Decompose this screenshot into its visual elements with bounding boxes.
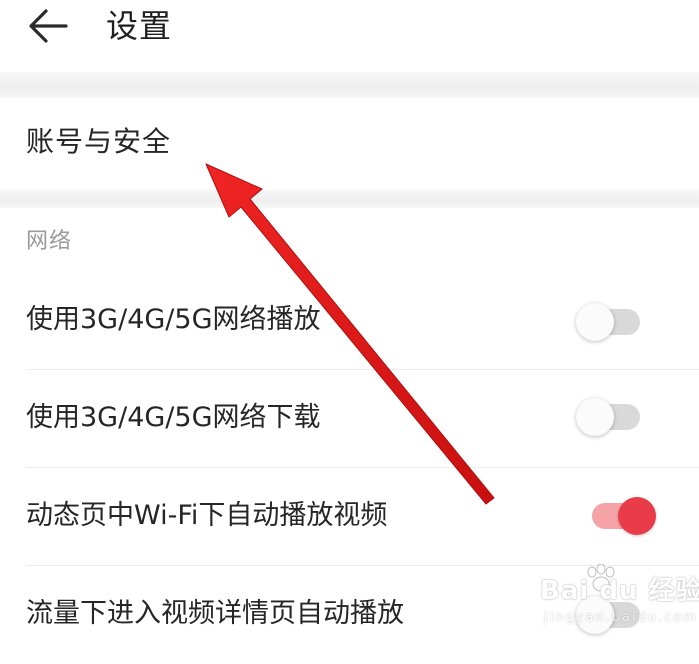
wifi-autoplay-toggle[interactable] [592, 497, 656, 535]
setting-row-cellular-play[interactable]: 使用3G/4G/5G网络播放 [0, 272, 699, 370]
top-bar: 设置 [0, 0, 699, 72]
setting-label: 使用3G/4G/5G网络播放 [26, 304, 321, 335]
toggle-knob [576, 596, 614, 634]
account-security-item[interactable]: 账号与安全 [0, 98, 699, 190]
setting-row-wifi-autoplay[interactable]: 动态页中Wi-Fi下自动播放视频 [0, 468, 699, 566]
toggle-knob [576, 398, 614, 436]
arrow-left-icon [29, 9, 68, 43]
toggle-knob [618, 497, 656, 535]
back-button[interactable] [22, 2, 78, 54]
setting-label: 流量下进入视频详情页自动播放 [26, 598, 404, 629]
section-gap [0, 72, 699, 98]
section-gap [0, 190, 699, 208]
setting-row-cellular-detail-autoplay[interactable]: 流量下进入视频详情页自动播放 [0, 566, 699, 664]
setting-row-cellular-download[interactable]: 使用3G/4G/5G网络下载 [0, 370, 699, 468]
toggle-knob [576, 303, 614, 341]
setting-label: 使用3G/4G/5G网络下载 [26, 402, 321, 433]
network-section-title: 网络 [26, 229, 73, 254]
account-security-label: 账号与安全 [26, 125, 172, 158]
page-title: 设置 [106, 7, 173, 45]
cellular-download-toggle[interactable] [576, 398, 640, 436]
setting-label: 动态页中Wi-Fi下自动播放视频 [26, 500, 388, 531]
cellular-detail-autoplay-toggle[interactable] [576, 596, 640, 634]
cellular-play-toggle[interactable] [576, 303, 640, 341]
